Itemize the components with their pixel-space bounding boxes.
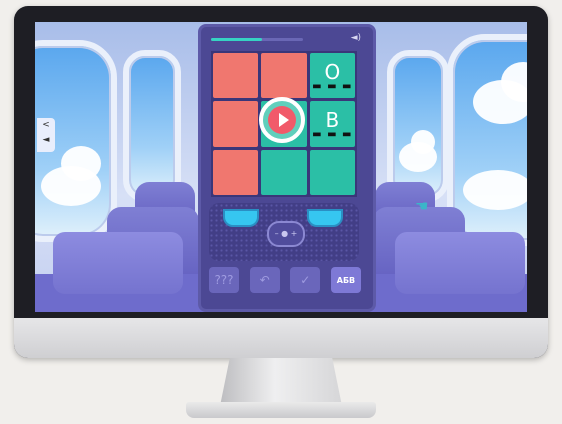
- play-button[interactable]: [259, 97, 305, 143]
- dial-knob[interactable]: – ● +: [267, 221, 305, 247]
- sound-toggle-icon[interactable]: ◄: [37, 133, 55, 148]
- grid-cell[interactable]: [213, 53, 259, 99]
- top-bar: ◄): [211, 33, 361, 45]
- left-pad[interactable]: [223, 209, 259, 227]
- monitor-stand-base: [186, 402, 376, 418]
- grid-cell[interactable]: [213, 101, 259, 147]
- check-button[interactable]: ✓: [290, 267, 321, 293]
- grid-cell[interactable]: [261, 53, 307, 99]
- monitor-chin: [14, 318, 548, 358]
- hand-cursor-icon: ☚: [415, 197, 429, 215]
- seat-front-left: [53, 232, 183, 294]
- monitor-stand: [220, 358, 342, 406]
- grid-cell[interactable]: O ▬ ▬ ▬: [309, 53, 355, 99]
- grid-cell[interactable]: [261, 149, 307, 195]
- cabin-window-right-1: [387, 50, 449, 202]
- grid-cell[interactable]: [213, 149, 259, 195]
- back-icon[interactable]: <: [37, 118, 55, 133]
- cabin-window-left-2: [123, 50, 181, 202]
- right-pad[interactable]: [307, 209, 343, 227]
- action-buttons: ??? ↶ ✓ АБВ: [209, 267, 361, 297]
- grid-cell[interactable]: B ▬ ▬ ▬: [309, 101, 355, 147]
- cell-letter: B: [325, 107, 340, 132]
- undo-button[interactable]: ↶: [249, 267, 280, 293]
- cell-code: ▬ ▬ ▬: [312, 80, 353, 92]
- play-icon: [268, 106, 296, 134]
- speaker-panel: – ● +: [209, 203, 359, 261]
- cell-letter: O: [324, 59, 341, 84]
- game-device: ◄) O ▬ ▬ ▬ B ▬ ▬ ▬ – ● + ??? ↶ ✓ АБВ: [198, 24, 376, 312]
- hint-button[interactable]: ???: [209, 267, 239, 293]
- cell-code: ▬ ▬ ▬: [312, 128, 353, 140]
- progress-bar: [211, 38, 303, 41]
- game-screen: < ◄ ☚ ◄) O ▬ ▬ ▬ B ▬ ▬ ▬ – ● + ??? ↶ ✓ АБВ: [35, 22, 527, 312]
- grid-cell[interactable]: [309, 149, 355, 195]
- side-controls[interactable]: < ◄: [37, 118, 55, 152]
- progress-fill: [211, 38, 262, 41]
- alphabet-button[interactable]: АБВ: [330, 267, 361, 293]
- seat-front-right: [395, 232, 525, 294]
- speaker-icon[interactable]: ◄): [351, 33, 361, 43]
